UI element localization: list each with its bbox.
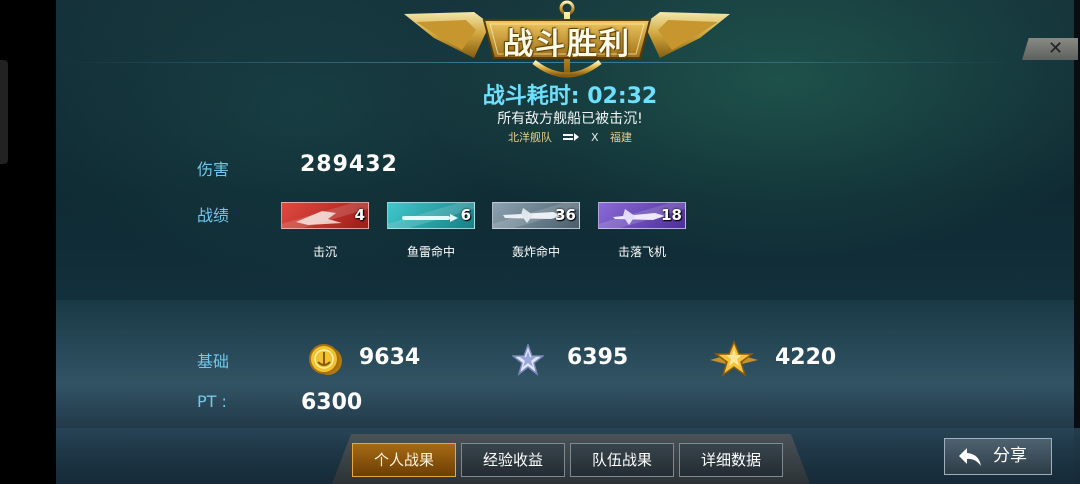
battle-duration: 战斗耗时: 02:32	[482, 84, 658, 109]
tab-personal-results[interactable]: 个人战果	[352, 443, 456, 477]
tab-team-results[interactable]: 队伍战果	[570, 443, 674, 477]
share-label: 分享	[993, 446, 1027, 466]
screen-edge-right	[1074, 0, 1080, 484]
arrow-icon	[563, 131, 580, 144]
medal-torpedo[interactable]: 6	[387, 202, 475, 229]
damage-value: 289432	[300, 152, 398, 177]
victory-banner: 战斗胜利	[404, 0, 730, 80]
medal-shootdown[interactable]: 18	[598, 202, 686, 229]
medal-bomb[interactable]: 36	[492, 202, 580, 229]
enemy-fleet-name: 福建	[610, 131, 633, 144]
tab-detailed-data[interactable]: 详细数据	[679, 443, 783, 477]
close-icon[interactable]: ✕	[1048, 38, 1063, 60]
gold-star-icon	[710, 340, 758, 377]
gold-coin-icon	[309, 344, 342, 375]
medal-label-sink: 击沉	[312, 245, 337, 259]
record-label: 战绩	[197, 206, 230, 225]
gold-star-value: 4220	[775, 345, 837, 370]
victory-title: 战斗胜利	[503, 27, 631, 62]
share-button[interactable]: 分享	[944, 438, 1052, 475]
base-label: 基础	[197, 352, 230, 371]
medal-count: 36	[555, 206, 576, 224]
ally-fleet-name: 北洋舰队	[507, 131, 552, 144]
medal-label-bomb: 轰炸命中	[511, 245, 560, 259]
pt-value: 6300	[301, 390, 363, 415]
medal-count: 4	[354, 206, 365, 224]
medal-sink[interactable]: 4	[281, 202, 369, 229]
silver-star-icon	[512, 344, 544, 376]
medal-label-shootdown: 击落飞机	[617, 245, 666, 259]
medal-count: 18	[661, 206, 682, 224]
medal-count: 6	[460, 206, 471, 224]
fleet-versus-row: 北洋舰队 X 福建	[420, 129, 720, 145]
pt-label: PT :	[197, 392, 227, 411]
screen-notch	[0, 60, 8, 164]
close-button[interactable]: ✕	[1022, 38, 1078, 60]
versus-mark: X	[590, 131, 599, 144]
medal-label-torpedo: 鱼雷命中	[406, 245, 455, 259]
share-arrow-icon	[959, 448, 981, 466]
gold-value: 9634	[359, 345, 421, 370]
screen-edge-left	[0, 0, 56, 484]
battle-result-message: 所有敌方舰船已被击沉!	[497, 111, 643, 127]
tab-experience[interactable]: 经验收益	[461, 443, 565, 477]
damage-label: 伤害	[197, 160, 230, 179]
silver-star-value: 6395	[567, 345, 629, 370]
